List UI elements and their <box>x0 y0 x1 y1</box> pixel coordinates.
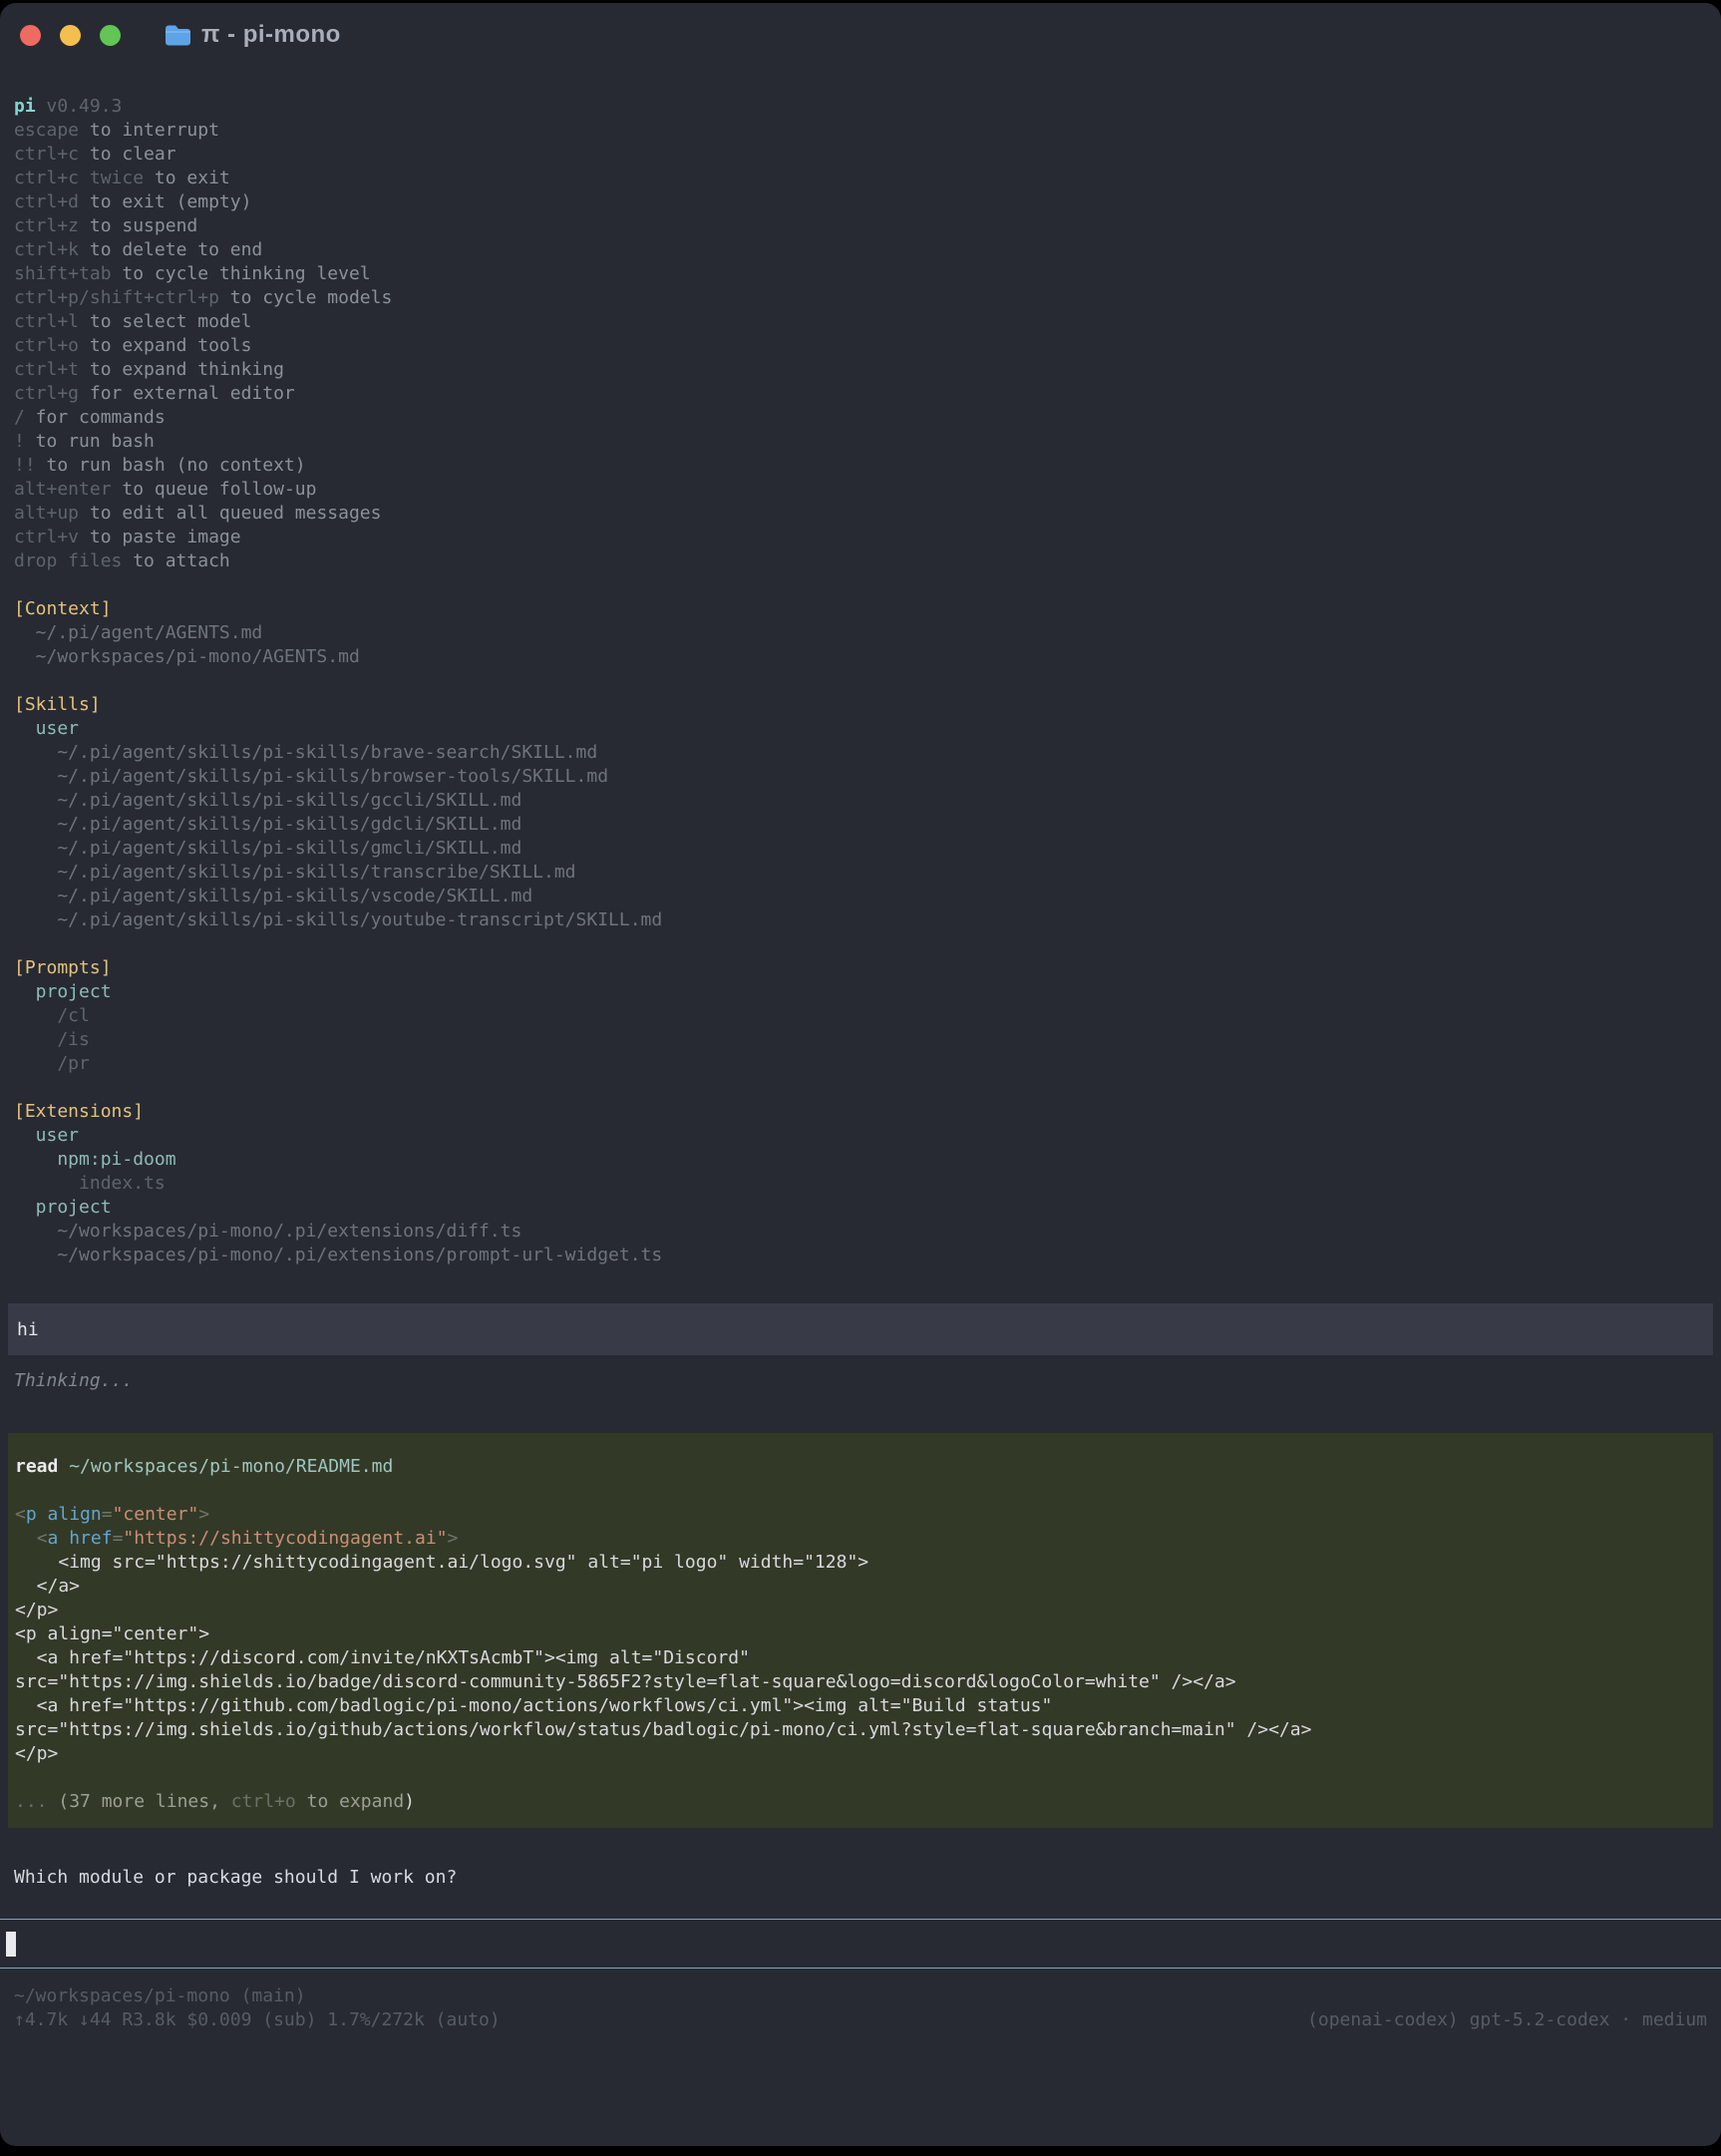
section-header: [Extensions] <box>14 1100 1707 1124</box>
status-token-stats: ↑4.7k ↓44 R3.8k $0.009 (sub) 1.7%/272k (… <box>14 2008 501 2032</box>
window-title: π - pi-mono <box>201 21 341 49</box>
shortcut-line: / for commands <box>14 406 1707 430</box>
close-icon[interactable] <box>20 25 41 46</box>
code-line: <a href="https://shittycodingagent.ai"> <box>15 1527 1705 1551</box>
shortcut-line: ctrl+v to paste image <box>14 526 1707 549</box>
section-row: ~/workspaces/pi-mono/.pi/extensions/diff… <box>14 1220 1707 1244</box>
tool-output: <p align="center"> <a href="https://shit… <box>15 1503 1705 1814</box>
section-row: index.ts <box>14 1172 1707 1196</box>
blank-line <box>14 932 1707 956</box>
code-line: <a href="https://github.com/badlogic/pi-… <box>15 1694 1705 1718</box>
input-zone <box>0 1919 1721 1969</box>
section-row: ~/workspaces/pi-mono/.pi/extensions/prom… <box>14 1244 1707 1267</box>
section-row: ~/.pi/agent/AGENTS.md <box>14 621 1707 645</box>
shortcut-line: ctrl+z to suspend <box>14 214 1707 238</box>
zoom-icon[interactable] <box>100 25 121 46</box>
shortcut-line: alt+enter to queue follow-up <box>14 478 1707 502</box>
user-message-text: hi <box>17 1319 39 1340</box>
section-row: ~/.pi/agent/skills/pi-skills/brave-searc… <box>14 741 1707 765</box>
shortcut-line: ctrl+k to delete to end <box>14 238 1707 262</box>
section-row: /is <box>14 1028 1707 1052</box>
blank-line <box>14 1076 1707 1100</box>
section-header: [Skills] <box>14 693 1707 717</box>
section-header: [Prompts] <box>14 956 1707 980</box>
code-line: </p> <box>15 1742 1705 1766</box>
section-row: npm:pi-doom <box>14 1148 1707 1172</box>
app-version-line: pi v0.49.3 <box>14 95 1707 119</box>
status-model: (openai-codex) gpt-5.2-codex · medium <box>1307 2008 1707 2032</box>
blank-line <box>15 1479 1705 1503</box>
terminal-window: π - pi-mono pi v0.49.3escape to interrup… <box>0 3 1721 2146</box>
section-header: [Context] <box>14 597 1707 621</box>
code-line: </a> <box>15 1575 1705 1599</box>
section-row: /cl <box>14 1004 1707 1028</box>
section-row: /pr <box>14 1052 1707 1076</box>
shortcut-line: ctrl+o to expand tools <box>14 334 1707 358</box>
shortcut-line: ctrl+l to select model <box>14 310 1707 334</box>
section-row: project <box>14 980 1707 1004</box>
window-controls <box>20 25 121 46</box>
section-row: ~/.pi/agent/skills/pi-skills/youtube-tra… <box>14 908 1707 932</box>
shortcut-line: ctrl+p/shift+ctrl+p to cycle models <box>14 286 1707 310</box>
terminal-content: pi v0.49.3escape to interruptctrl+c to c… <box>0 67 1721 1267</box>
section-row: user <box>14 717 1707 741</box>
section-row: project <box>14 1196 1707 1220</box>
shortcut-line: ctrl+g for external editor <box>14 382 1707 406</box>
code-line: src="https://img.shields.io/badge/discor… <box>15 1670 1705 1694</box>
tool-arg: ~/workspaces/pi-mono/README.md <box>58 1456 393 1477</box>
blank-line <box>14 573 1707 597</box>
code-line: </p> <box>15 1599 1705 1622</box>
tool-call-box: read ~/workspaces/pi-mono/README.md <p a… <box>8 1433 1713 1828</box>
blank-line <box>14 669 1707 693</box>
assistant-message: Which module or package should I work on… <box>14 1866 1721 1890</box>
shortcut-line: !! to run bash (no context) <box>14 454 1707 478</box>
startup-sections: [Context] ~/.pi/agent/AGENTS.md ~/worksp… <box>14 573 1707 1267</box>
thinking-indicator: Thinking... <box>14 1369 1721 1393</box>
section-row: ~/.pi/agent/skills/pi-skills/gccli/SKILL… <box>14 789 1707 813</box>
section-row: ~/.pi/agent/skills/pi-skills/gmcli/SKILL… <box>14 837 1707 861</box>
shortcut-line: drop files to attach <box>14 549 1707 573</box>
section-row: ~/workspaces/pi-mono/AGENTS.md <box>14 645 1707 669</box>
shortcut-line: escape to interrupt <box>14 119 1707 143</box>
shortcut-line: ! to run bash <box>14 430 1707 454</box>
minimize-icon[interactable] <box>60 25 81 46</box>
shortcut-line: ctrl+c twice to exit <box>14 167 1707 190</box>
section-row: ~/.pi/agent/skills/pi-skills/browser-too… <box>14 765 1707 789</box>
code-line: <p align="center"> <box>15 1622 1705 1646</box>
title-bar[interactable]: π - pi-mono <box>0 3 1721 67</box>
section-row: ~/.pi/agent/skills/pi-skills/gdcli/SKILL… <box>14 813 1707 837</box>
section-row: user <box>14 1124 1707 1148</box>
section-row: ~/.pi/agent/skills/pi-skills/transcribe/… <box>14 861 1707 885</box>
shortcut-line: shift+tab to cycle thinking level <box>14 262 1707 286</box>
code-line: ... (37 more lines, ctrl+o to expand) <box>15 1790 1705 1814</box>
shortcut-line: ctrl+t to expand thinking <box>14 358 1707 382</box>
code-line <box>15 1766 1705 1790</box>
code-line: <a href="https://discord.com/invite/nKXT… <box>15 1646 1705 1670</box>
folder-icon <box>165 24 191 46</box>
shortcut-line: alt+up to edit all queued messages <box>14 502 1707 526</box>
code-line: src="https://img.shields.io/github/actio… <box>15 1718 1705 1742</box>
user-message-box: hi <box>8 1303 1713 1355</box>
tool-name: read <box>15 1456 58 1477</box>
shortcut-line: ctrl+c to clear <box>14 143 1707 167</box>
help-block: pi v0.49.3escape to interruptctrl+c to c… <box>14 95 1707 573</box>
shortcut-line: ctrl+d to exit (empty) <box>14 190 1707 214</box>
text-cursor <box>6 1932 16 1957</box>
prompt-input[interactable] <box>0 1920 1721 1968</box>
code-line: <img src="https://shittycodingagent.ai/l… <box>15 1551 1705 1575</box>
title-group: π - pi-mono <box>165 21 341 49</box>
tool-call-header: read ~/workspaces/pi-mono/README.md <box>15 1455 1705 1479</box>
code-line: <p align="center"> <box>15 1503 1705 1527</box>
section-row: ~/.pi/agent/skills/pi-skills/vscode/SKIL… <box>14 885 1707 908</box>
status-bar: ~/workspaces/pi-mono (main) ↑4.7k ↓44 R3… <box>14 1984 1707 2032</box>
input-border-bottom <box>0 1968 1721 1969</box>
status-cwd: ~/workspaces/pi-mono (main) <box>14 1984 306 2008</box>
